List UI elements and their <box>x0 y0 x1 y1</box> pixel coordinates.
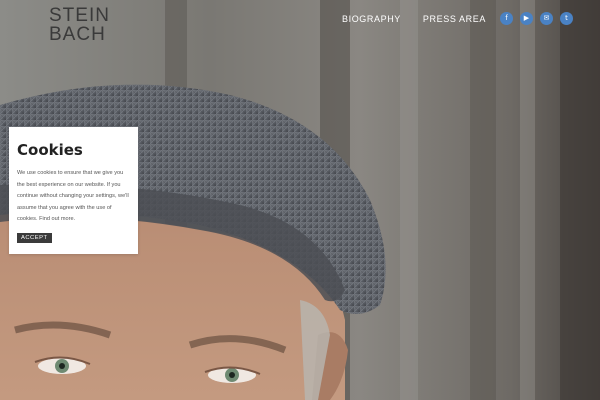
logo-line-2: BACH <box>49 24 106 45</box>
twitter-icon[interactable]: t <box>559 12 573 25</box>
nav-link-press-area[interactable]: PRESS AREA <box>423 14 486 24</box>
cookie-text: We use cookies to ensure that we give yo… <box>17 168 130 226</box>
cookie-message: We use cookies to ensure that we give yo… <box>17 170 129 223</box>
accept-button[interactable]: ACCEPT <box>17 232 52 243</box>
facebook-icon[interactable]: f <box>499 12 513 25</box>
youtube-icon[interactable]: ▶ <box>519 12 533 25</box>
cookie-title: Cookies <box>17 141 83 159</box>
nav-link-biography[interactable]: BIOGRAPHY <box>342 14 401 24</box>
mail-icon[interactable]: ✉ <box>539 12 553 25</box>
site-logo[interactable]: STEIN BACH <box>49 6 109 44</box>
logo-line-1: STEIN <box>49 5 110 26</box>
main-nav: BIOGRAPHY PRESS AREA f ▶ ✉ t <box>342 12 580 25</box>
cookie-banner: Cookies We use cookies to ensure that we… <box>9 127 138 254</box>
find-out-more-link[interactable]: Find out more. <box>39 216 75 222</box>
social-links: f ▶ ✉ t <box>499 12 580 25</box>
